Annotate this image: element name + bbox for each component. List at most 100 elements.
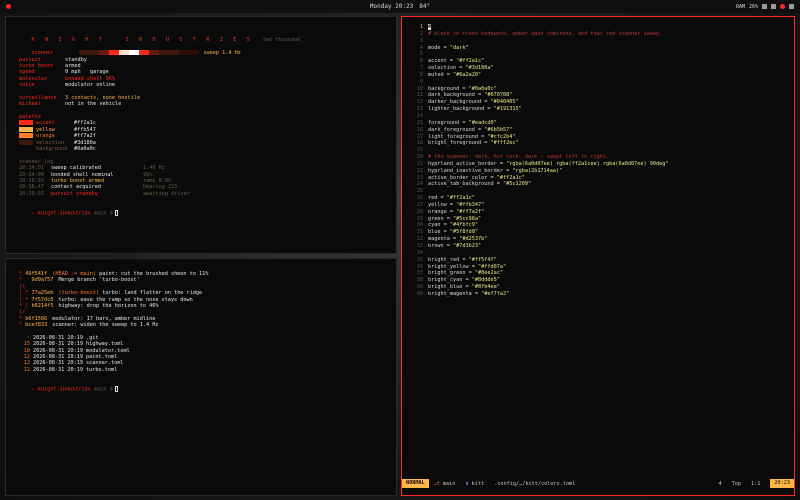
editor-line[interactable]: 25	[402, 188, 794, 195]
line-text: #	[428, 24, 432, 31]
app-name: ▮ kitt	[465, 480, 485, 487]
line-number: 4	[419, 44, 423, 51]
editor-line[interactable]: 15 foreground = "#eadcd0"	[402, 120, 794, 127]
editor-line[interactable]: 22 hyprland_inactive_border = "rgba(2b171…	[402, 168, 794, 175]
line-number: 40	[416, 290, 423, 297]
editor-line[interactable]: 33 brown = "#7d3b23"	[402, 243, 794, 250]
code-string: "#ff2a1c"	[446, 195, 475, 202]
file-name: scanner.toml	[85, 360, 124, 367]
editor-line[interactable]: 17 light_foreground = "#cfc2b4"	[402, 134, 794, 141]
editor-line[interactable]: 38 bright_cyan = "#8ddde5"	[402, 277, 794, 284]
editor-line[interactable]: 13 lighter_background = "#191315"	[402, 106, 794, 113]
code-key: bright_cyan =	[428, 277, 472, 284]
clock[interactable]: Monday 20:23	[370, 3, 413, 10]
scanner-segment	[159, 50, 170, 56]
editor-buffer[interactable]: 1 #2 # black ce trans bodywork, amber dash…	[402, 17, 794, 481]
editor-line[interactable]: 9	[402, 79, 794, 86]
editor-line[interactable]: 31 blue = "#5f8fd0"	[402, 229, 794, 236]
line-text: darker_background = "#040405"	[428, 99, 519, 106]
power-icon[interactable]	[789, 4, 794, 9]
ram-value: 26%	[748, 3, 758, 10]
shell-prompt-2[interactable]: › knight-industries main $	[19, 380, 383, 392]
scanner-bar	[79, 50, 200, 56]
editor-line[interactable]: 1 #	[402, 24, 794, 31]
editor-line[interactable]: 24 active_tab_background = "#5c1209"	[402, 181, 794, 188]
editor-line[interactable]: 14	[402, 113, 794, 120]
line-text: magenta = "#d2537b"	[428, 236, 487, 243]
workspace-indicator[interactable]	[6, 4, 11, 9]
line-number: 36	[416, 263, 423, 270]
code-key: bright_foreground =	[428, 140, 491, 147]
editor-line[interactable]: 35 bright_red = "#ff5f4f"	[402, 257, 794, 264]
status-key: michael	[19, 101, 41, 108]
line-text: orange = "#ff7a2f"	[428, 209, 484, 216]
shell-prompt[interactable]: › knight-industries main $	[19, 204, 383, 216]
statusline-time: 20:23	[770, 479, 794, 488]
editor-line[interactable]: 29 green = "#5cc98a"	[402, 216, 794, 223]
editor-line[interactable]: 34	[402, 250, 794, 257]
commit-ref: (HEAD -> main)	[52, 271, 96, 277]
record-icon[interactable]	[780, 4, 785, 9]
editor-line[interactable]: 4 mode = "dark"	[402, 45, 794, 52]
commit-hash: bcef833	[25, 322, 48, 329]
line-text: cyan = "#4fbfc9"	[428, 222, 478, 229]
status-key: voice	[19, 82, 35, 89]
editor-line[interactable]: 12 darker_background = "#040405"	[402, 99, 794, 106]
code-key: yellow =	[428, 201, 457, 208]
editor-line[interactable]: 18 bright_foreground = "#fff2ec"	[402, 140, 794, 147]
commit-message: scanner: widen the sweep to 1.4 Hz	[49, 322, 159, 329]
file-date: 2026-08-31 20:19	[33, 341, 83, 348]
editor-line[interactable]: 7 selection = "#3d180a"	[402, 65, 794, 72]
line-text: bright_foreground = "#fff2ec"	[428, 140, 519, 147]
editor-line[interactable]: 3	[402, 38, 794, 45]
editor-line[interactable]: 36 bright_yellow = "#ffd07a"	[402, 264, 794, 271]
line-number: 28	[416, 208, 423, 215]
git-branch-icon: ⎇ main	[433, 480, 456, 487]
line-text: light_foreground = "#cfc2b4"	[428, 134, 515, 141]
line-number: 17	[416, 133, 423, 140]
git-graph: | *	[19, 290, 32, 297]
mode-indicator: NORMAL	[402, 479, 429, 488]
editor-line[interactable]: 16 dark_foreground = "#6b5b57"	[402, 127, 794, 134]
file-date: 2026-08-31 20:19	[33, 360, 83, 367]
color-swatch	[19, 139, 33, 145]
editor-line[interactable]: 30 cyan = "#4fbfc9"	[402, 222, 794, 229]
line-text: bright_red = "#ff5f4f"	[428, 257, 497, 264]
system-tray: RAM 26%	[736, 0, 794, 13]
code-comment: # the scanner: dark, hot core, dark — sw…	[428, 154, 610, 161]
editor-line[interactable]: 11 dark_background = "#070708"	[402, 92, 794, 99]
editor-window[interactable]: 1 #2 # black ce trans bodywork, amber dash…	[401, 16, 795, 496]
editor-line[interactable]: 6 accent = "#ff2a1c"	[402, 58, 794, 65]
code-key: bright_green =	[428, 270, 475, 277]
editor-line[interactable]: 8 muted = "#6a2a20"	[402, 72, 794, 79]
editor-line[interactable]: 10 background = "#0a0a0c"	[402, 86, 794, 93]
network-icon[interactable]	[771, 4, 776, 9]
tray-icon[interactable]	[762, 4, 767, 9]
scanner-segment	[109, 50, 120, 56]
editor-line[interactable]: 19	[402, 147, 794, 154]
editor-line[interactable]: 27 yellow = "#ffb347"	[402, 202, 794, 209]
editor-line[interactable]: 37 bright_green = "#8ee2ac"	[402, 270, 794, 277]
text-cursor	[114, 209, 119, 216]
code-key: mode =	[428, 44, 450, 51]
editor-line[interactable]: 28 orange = "#ff7a2f"	[402, 209, 794, 216]
git-graph: *	[19, 277, 32, 284]
editor-line[interactable]: 21 hyprland_active_border = "rgba(6a0d07e…	[402, 161, 794, 168]
editor-line[interactable]: 32 magenta = "#d2537b"	[402, 236, 794, 243]
weather[interactable]: 84°	[419, 3, 430, 10]
code-string: "#ef7fa2"	[481, 290, 510, 297]
git-terminal[interactable]: * 49f541f (HEAD -> main) paint: cut the …	[5, 258, 397, 496]
editor-line[interactable]: 23 active_border_color = "#ff2a1c"	[402, 175, 794, 182]
line-text: # black ce trans bodywork, amber dash ch…	[428, 31, 662, 38]
editor-line[interactable]: 26 red = "#ff2a1c"	[402, 195, 794, 202]
editor-line[interactable]: 5	[402, 51, 794, 58]
line-number: 15	[416, 119, 423, 126]
scanner-segment	[149, 50, 160, 56]
editor-line[interactable]: 39 bright_blue = "#8fb4ea"	[402, 284, 794, 291]
editor-line[interactable]: 40 bright_magenta = "#ef7fa2"	[402, 291, 794, 298]
dashboard-terminal[interactable]: K N I G H T I N D U S T R I E S two thou…	[5, 16, 397, 254]
log-detail: awaiting driver	[143, 190, 190, 197]
palette-list: accent #ff2a1c yellow #ffb547 orange #ff7a2f s…	[19, 120, 383, 152]
editor-line[interactable]: 2 # black ce trans bodywork, amber dash c…	[402, 31, 794, 38]
editor-line[interactable]: 20 # the scanner: dark, hot core, dark — …	[402, 154, 794, 161]
